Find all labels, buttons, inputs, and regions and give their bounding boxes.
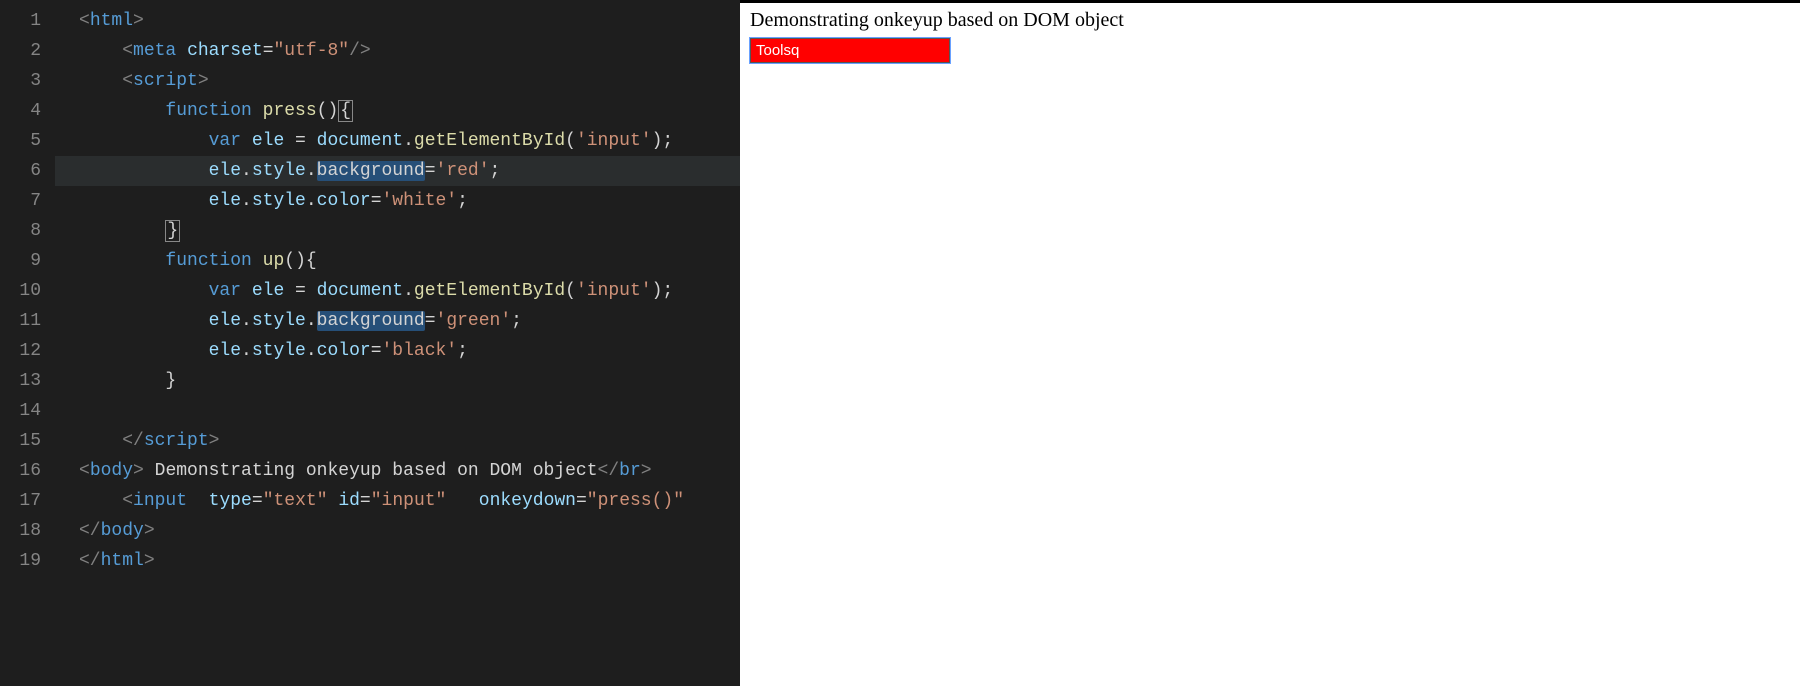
code-line[interactable]: } [55, 216, 740, 246]
line-number: 1 [0, 6, 41, 36]
code-line[interactable]: </html> [55, 546, 740, 576]
line-number: 10 [0, 276, 41, 306]
code-line[interactable]: <meta charset="utf-8"/> [55, 36, 740, 66]
line-number: 7 [0, 186, 41, 216]
line-number: 11 [0, 306, 41, 336]
line-number: 9 [0, 246, 41, 276]
code-line[interactable]: <html> [55, 6, 740, 36]
line-number: 13 [0, 366, 41, 396]
line-number: 5 [0, 126, 41, 156]
code-line[interactable]: } [55, 366, 740, 396]
code-line[interactable] [55, 396, 740, 426]
line-number: 3 [0, 66, 41, 96]
line-number: 16 [0, 456, 41, 486]
line-number: 2 [0, 36, 41, 66]
code-line[interactable]: <body> Demonstrating onkeyup based on DO… [55, 456, 740, 486]
line-number: 19 [0, 546, 41, 576]
line-number: 12 [0, 336, 41, 366]
line-number: 15 [0, 426, 41, 456]
demo-text-input[interactable] [750, 38, 950, 63]
line-number: 14 [0, 396, 41, 426]
code-line[interactable]: var ele = document.getElementById('input… [55, 126, 740, 156]
code-editor-pane[interactable]: 12345678910111213141516171819 <html> <me… [0, 0, 740, 686]
code-area[interactable]: <html> <meta charset="utf-8"/> <script> … [55, 0, 740, 686]
line-number: 17 [0, 486, 41, 516]
code-line[interactable]: function up(){ [55, 246, 740, 276]
code-line[interactable]: ele.style.background='green'; [55, 306, 740, 336]
code-line[interactable]: function press(){ [55, 96, 740, 126]
code-line[interactable]: var ele = document.getElementById('input… [55, 276, 740, 306]
line-number: 4 [0, 96, 41, 126]
code-line[interactable]: </script> [55, 426, 740, 456]
code-line[interactable]: ele.style.background='red'; [55, 156, 740, 186]
browser-preview-pane: Demonstrating onkeyup based on DOM objec… [740, 0, 1800, 686]
code-line[interactable]: ele.style.color='black'; [55, 336, 740, 366]
code-line[interactable]: <script> [55, 66, 740, 96]
preview-heading: Demonstrating onkeyup based on DOM objec… [750, 9, 1790, 32]
line-number: 18 [0, 516, 41, 546]
code-line[interactable]: <input type="text" id="input" onkeydown=… [55, 486, 740, 516]
code-line[interactable]: </body> [55, 516, 740, 546]
code-line[interactable]: ele.style.color='white'; [55, 186, 740, 216]
line-number-gutter: 12345678910111213141516171819 [0, 0, 55, 686]
line-number: 6 [0, 156, 41, 186]
line-number: 8 [0, 216, 41, 246]
